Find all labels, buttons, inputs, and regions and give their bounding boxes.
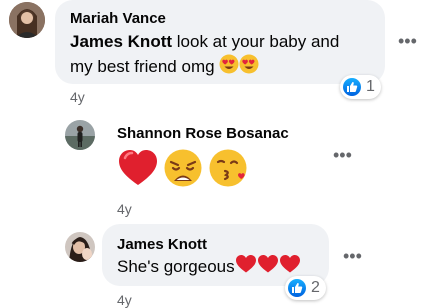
kissing-heart-emoji — [208, 148, 250, 193]
more-options-icon[interactable]: ••• — [343, 247, 362, 265]
thumbs-up-icon — [288, 279, 306, 297]
avatar[interactable] — [65, 120, 95, 150]
more-options-icon[interactable]: ••• — [333, 146, 352, 164]
comment-age[interactable]: 4y — [70, 89, 85, 105]
more-options-icon[interactable]: ••• — [398, 32, 417, 50]
comment-author[interactable]: James Knott — [117, 236, 207, 253]
comment-author[interactable]: Shannon Rose Bosanac — [117, 125, 289, 142]
thumbs-up-icon — [343, 78, 361, 96]
comment-age[interactable]: 4y — [117, 292, 132, 308]
comment-author[interactable]: Mariah Vance — [70, 10, 166, 27]
heart-eyes-emoji — [219, 54, 239, 81]
comment-shannon-rose-bosanac: Shannon Rose Bosanac 4y ••• — [0, 110, 436, 220]
heart-eyes-emoji — [239, 54, 259, 81]
emoji-comment — [117, 148, 250, 188]
comment-text-line1: She's gorgeous — [117, 256, 235, 276]
reaction-summary[interactable]: 2 — [285, 276, 326, 300]
comment-text-line1: look at your baby and — [172, 32, 340, 51]
red-heart-emoji — [257, 254, 279, 281]
weary-face-emoji — [163, 148, 203, 193]
comment-text: James Knott look at your baby and my bes… — [70, 30, 380, 81]
comment-text: She's gorgeous — [117, 254, 301, 281]
red-heart-emoji — [117, 148, 159, 193]
avatar[interactable] — [9, 2, 45, 38]
reaction-count: 1 — [366, 78, 375, 95]
mention-link[interactable]: James Knott — [70, 32, 172, 51]
red-heart-emoji — [235, 254, 257, 281]
reaction-summary[interactable]: 1 — [340, 75, 381, 99]
comment-age[interactable]: 4y — [117, 201, 132, 217]
avatar[interactable] — [65, 232, 95, 262]
comment-mariah-vance: Mariah Vance James Knott look at your ba… — [0, 0, 436, 110]
reaction-count: 2 — [311, 279, 320, 296]
comment-james-knott: James Knott She's gorgeous 2 4y ••• — [0, 220, 436, 308]
comment-text-line2: my best friend omg — [70, 56, 215, 76]
